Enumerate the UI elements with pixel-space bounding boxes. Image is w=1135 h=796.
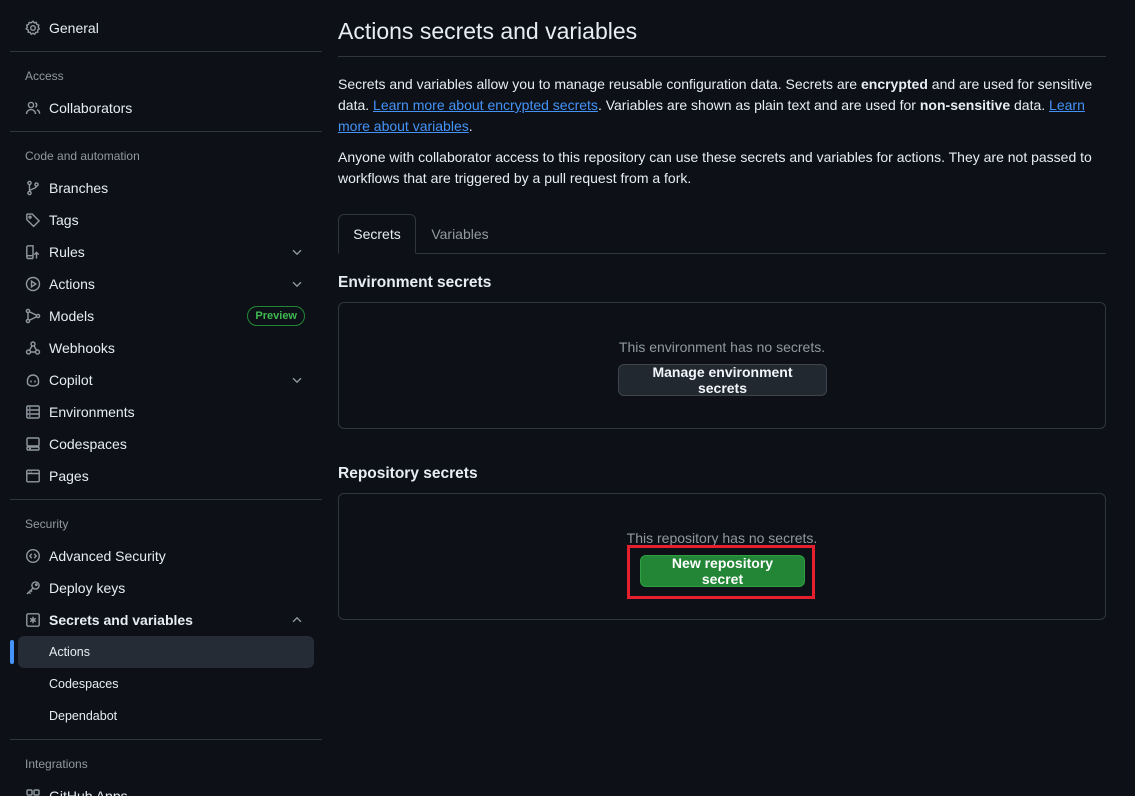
sidebar-item-webhooks[interactable]: Webhooks — [18, 332, 314, 364]
server-icon — [25, 404, 41, 420]
sidebar-divider — [10, 51, 322, 52]
sidebar-item-label: Codespaces — [49, 436, 127, 452]
sidebar-item-copilot[interactable]: Copilot — [18, 364, 314, 396]
settings-sidebar: General Access Collaborators Code and au… — [0, 0, 330, 796]
page-title: Actions secrets and variables — [338, 18, 638, 44]
sidebar-item-deploy-keys[interactable]: Deploy keys — [18, 572, 314, 604]
sidebar-item-branches[interactable]: Branches — [18, 172, 314, 204]
section-heading-access: Access — [25, 69, 64, 83]
sidebar-item-label: Tags — [49, 212, 79, 228]
sidebar-item-tags[interactable]: Tags — [18, 204, 314, 236]
sidebar-subitem-actions[interactable]: Actions — [18, 636, 314, 668]
sidebar-divider — [10, 131, 322, 132]
key-icon — [25, 580, 41, 596]
environment-secrets-box: This environment has no secrets. Manage … — [338, 302, 1106, 429]
sidebar-item-label: Secrets and variables — [49, 612, 193, 628]
intro-paragraph: Secrets and variables allow you to manag… — [338, 74, 1106, 137]
access-note: Anyone with collaborator access to this … — [338, 149, 1092, 186]
apps-icon — [25, 788, 41, 796]
sidebar-item-collaborators[interactable]: Collaborators — [18, 92, 314, 124]
sidebar-item-environments[interactable]: Environments — [18, 396, 314, 428]
sidebar-item-codespaces[interactable]: Codespaces — [18, 428, 314, 460]
sidebar-item-label: Webhooks — [49, 340, 115, 356]
codescan-icon — [25, 548, 41, 564]
learn-more-encrypted-secrets-link[interactable]: Learn more about encrypted secrets — [373, 97, 598, 113]
sidebar-item-label: Collaborators — [49, 100, 133, 116]
tab-variables[interactable]: Variables — [418, 214, 502, 254]
intro-bold-non-sensitive: non-sensitive — [919, 97, 1011, 113]
environment-secrets-heading: Environment secrets — [338, 274, 492, 291]
sidebar-item-label: General — [49, 20, 99, 36]
active-indicator — [10, 640, 14, 664]
models-icon — [25, 308, 41, 324]
sidebar-divider — [10, 739, 322, 740]
intro-text: . — [468, 118, 473, 134]
main-content: Actions secrets and variables Secrets an… — [338, 0, 1106, 796]
sidebar-item-actions[interactable]: Actions — [18, 268, 314, 300]
git-branch-icon — [25, 180, 41, 196]
repository-secrets-empty-message: This repository has no secrets. — [626, 530, 818, 546]
people-icon — [25, 100, 41, 116]
sidebar-item-label: Copilot — [49, 372, 93, 388]
secrets-variables-tabs: Secrets Variables — [338, 214, 1106, 254]
sidebar-item-secrets-and-variables[interactable]: Secrets and variables — [18, 604, 314, 636]
play-circle-icon — [25, 276, 41, 292]
sidebar-item-label: Rules — [49, 244, 85, 260]
sidebar-item-github-apps[interactable]: GitHub Apps — [18, 780, 314, 796]
copilot-icon — [25, 372, 41, 388]
chevron-down-icon — [290, 245, 304, 259]
sidebar-item-models[interactable]: Models Preview — [18, 300, 314, 332]
section-heading-code-automation: Code and automation — [25, 149, 140, 163]
sidebar-item-advanced-security[interactable]: Advanced Security — [18, 540, 314, 572]
sidebar-item-label: Pages — [49, 468, 89, 484]
tab-secrets[interactable]: Secrets — [338, 214, 416, 254]
intro-bold-encrypted: encrypted — [860, 76, 928, 92]
sidebar-item-pages[interactable]: Pages — [18, 460, 314, 492]
sidebar-divider — [10, 499, 322, 500]
title-divider — [338, 56, 1106, 57]
new-repository-secret-button[interactable]: New repository secret — [640, 555, 805, 587]
sidebar-item-label: Advanced Security — [49, 548, 166, 564]
chevron-down-icon — [290, 373, 304, 387]
sidebar-item-label: Models — [49, 308, 95, 324]
asterisk-box-icon — [25, 612, 41, 628]
manage-environment-secrets-button[interactable]: Manage environment secrets — [618, 364, 827, 396]
intro-text: Secrets and variables allow you to manag… — [338, 76, 861, 92]
repository-secrets-heading: Repository secrets — [338, 465, 478, 482]
sidebar-subitem-codespaces[interactable]: Codespaces — [18, 668, 314, 700]
section-heading-security: Security — [25, 517, 69, 531]
preview-badge: Preview — [247, 306, 305, 326]
codespaces-icon — [25, 436, 41, 452]
repository-secrets-box: This repository has no secrets. New repo… — [338, 493, 1106, 620]
webhook-icon — [25, 340, 41, 356]
browser-icon — [25, 468, 41, 484]
sidebar-item-label: Environments — [49, 404, 135, 420]
gear-icon — [25, 20, 41, 36]
sidebar-item-label: GitHub Apps — [49, 788, 128, 796]
sidebar-item-label: Branches — [49, 180, 109, 196]
tag-icon — [25, 212, 41, 228]
environment-secrets-empty-message: This environment has no secrets. — [618, 339, 826, 355]
chevron-up-icon — [290, 613, 304, 627]
intro-text: . Variables are shown as plain text and … — [597, 97, 920, 113]
sidebar-item-label: Actions — [49, 276, 95, 292]
sidebar-subitem-dependabot[interactable]: Dependabot — [18, 700, 314, 732]
sidebar-item-label: Deploy keys — [49, 580, 126, 596]
repo-push-icon — [25, 244, 41, 260]
chevron-down-icon — [290, 277, 304, 291]
sidebar-item-general[interactable]: General — [18, 12, 314, 44]
tabs-divider — [338, 253, 1106, 254]
intro-text: data. — [1010, 97, 1050, 113]
sidebar-item-rules[interactable]: Rules — [18, 236, 314, 268]
section-heading-integrations: Integrations — [25, 757, 88, 771]
